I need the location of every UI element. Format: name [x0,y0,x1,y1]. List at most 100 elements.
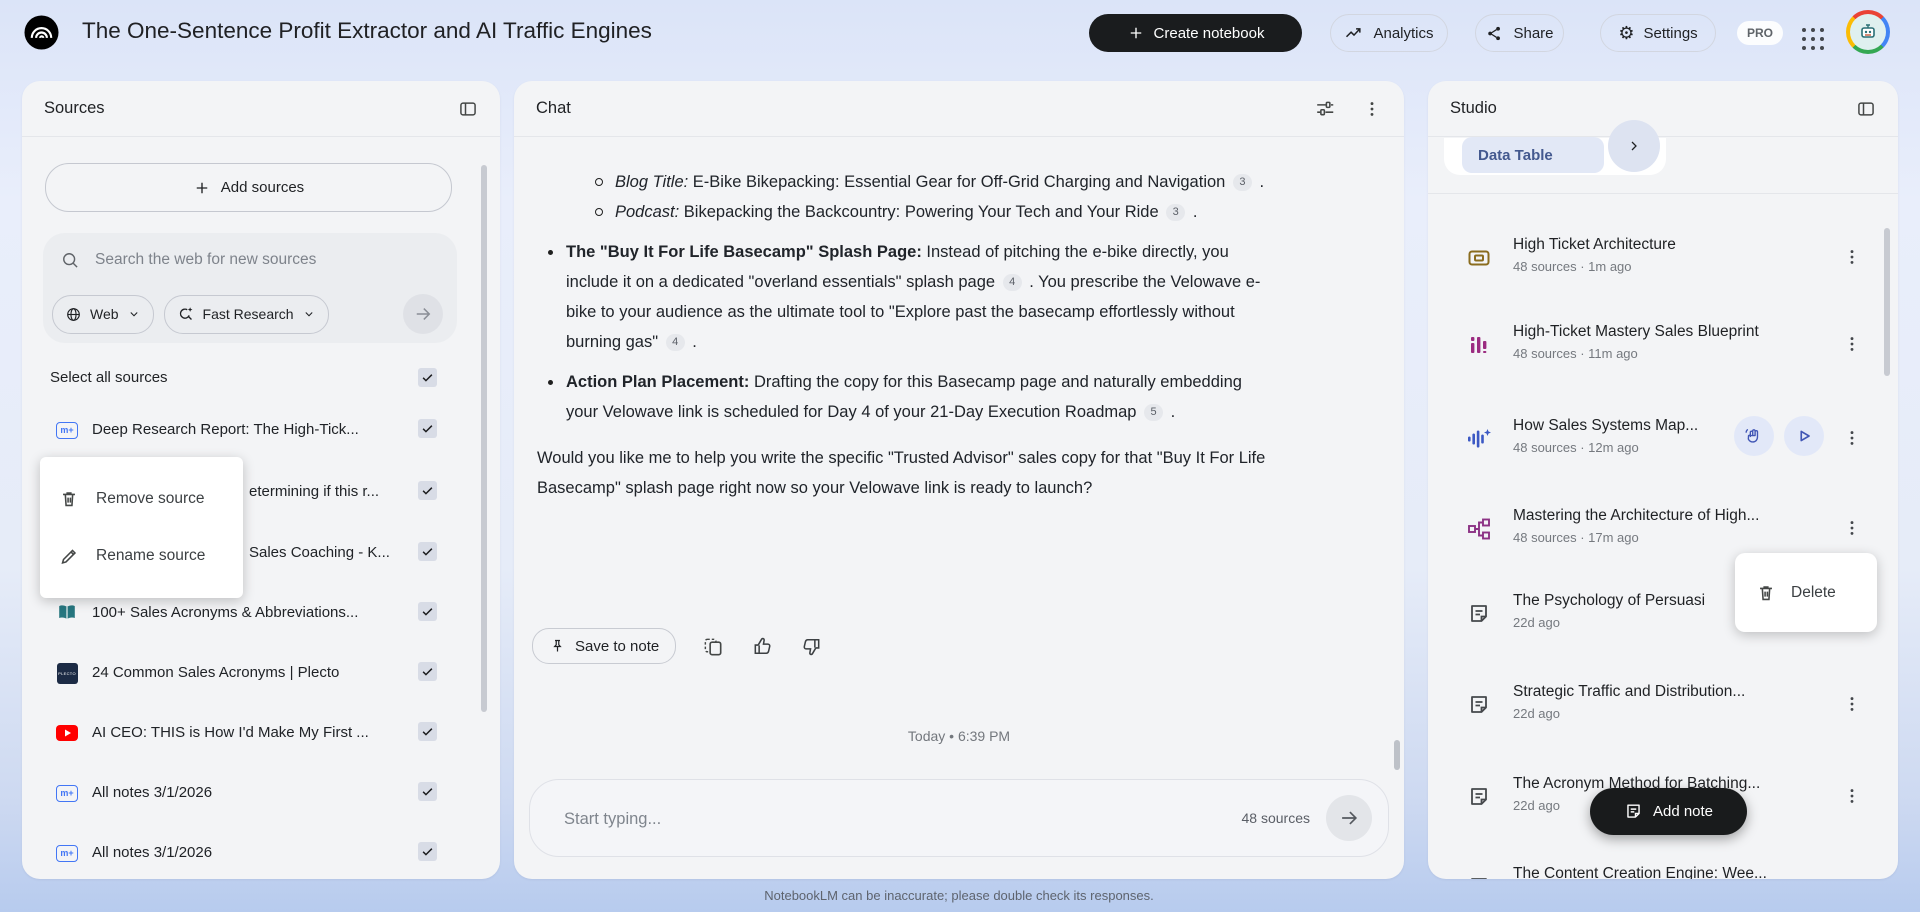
send-button[interactable] [1326,795,1372,841]
item-more-menu-icon[interactable] [1842,694,1862,714]
chat-message-sub-bullet: Blog Title: E-Bike Bikepacking: Essentia… [537,167,1272,197]
chat-settings-icon[interactable] [1314,98,1336,120]
collapse-panel-icon[interactable] [458,99,478,119]
collapse-panel-icon[interactable] [1856,99,1876,119]
source-label: All notes 3/1/2026 [92,784,213,801]
studio-header: Studio [1428,81,1898,137]
studio-item-subtitle: 48 sources · 1m ago [1513,259,1632,274]
chat-more-menu-icon[interactable] [1362,99,1382,119]
studio-item-subtitle: 22d ago [1513,615,1560,630]
add-sources-button[interactable]: Add sources [45,163,452,212]
studio-scrollbar[interactable] [1884,228,1890,376]
account-avatar[interactable] [1846,10,1890,54]
item-more-menu-icon[interactable] [1842,518,1862,538]
source-checkbox[interactable] [418,842,437,861]
source-checkbox[interactable] [418,602,437,621]
citation-chip[interactable]: 4 [1002,274,1022,291]
studio-item-title: High Ticket Architecture [1513,236,1676,253]
source-checkbox[interactable] [418,542,437,561]
plus-icon [193,179,211,197]
source-checkbox[interactable] [418,722,437,741]
search-sources-input[interactable] [93,250,439,270]
submit-search-button[interactable] [403,294,443,334]
delete-menu-item[interactable]: Delete [1791,584,1836,602]
studio-context-menu[interactable]: Delete [1735,553,1877,632]
source-list-item[interactable]: 100+ Sales Acronyms & Abbreviations... [22,600,500,626]
remove-source-menu-item[interactable]: Remove source [40,470,243,527]
citation-chip[interactable]: 3 [1166,204,1186,221]
chat-title: Chat [536,99,571,117]
citation-chip[interactable]: 5 [1144,404,1164,421]
trash-icon [1755,582,1777,604]
save-to-note-button[interactable]: Save to note [532,628,677,664]
notebooklm-logo-icon[interactable] [24,15,59,50]
create-notebook-button[interactable]: Create notebook [1089,14,1302,52]
robot-avatar-icon [1850,14,1886,50]
chat-input-box: 48 sources [529,779,1389,858]
add-note-button[interactable]: Add note [1590,788,1747,835]
source-checkbox[interactable] [418,782,437,801]
source-checkbox[interactable] [418,419,437,438]
studio-list-item[interactable]: High-Ticket Mastery Sales Blueprint 48 so… [1428,322,1898,370]
studio-item-title: High-Ticket Mastery Sales Blueprint [1513,323,1759,340]
studio-list-item[interactable]: Strategic Traffic and Distribution... 22d… [1428,682,1898,730]
chat-scrollbar[interactable] [1394,740,1400,770]
source-list-item[interactable]: AI CEO: THIS is How I'd Make My First ..… [22,720,500,746]
settings-button[interactable]: ⚙ Settings [1600,14,1716,52]
item-more-menu-icon[interactable] [1842,786,1862,806]
studio-panel: Studio Data Table High Ticket Architectu… [1428,81,1898,879]
notebook-title[interactable]: The One-Sentence Profit Extractor and AI… [82,18,652,44]
thumbs-up-icon[interactable] [751,635,774,658]
select-all-checkbox[interactable] [418,368,437,387]
item-more-menu-icon[interactable] [1842,876,1862,879]
web-scope-dropdown[interactable]: Web [52,294,154,334]
item-more-menu-icon[interactable] [1842,247,1862,267]
copy-icon[interactable] [702,635,725,658]
item-more-menu-icon[interactable] [1842,428,1862,448]
youtube-icon [56,725,78,741]
note-icon [1467,693,1491,717]
citation-chip[interactable]: 4 [665,334,685,351]
research-mode-dropdown[interactable]: Fast Research [163,294,329,334]
share-button[interactable]: Share [1475,14,1564,52]
data-table-chip[interactable]: Data Table [1462,137,1604,173]
studio-item-subtitle: 48 sources · 12m ago [1513,440,1639,455]
source-list-item[interactable]: m+ Deep Research Report: The High-Tick... [22,417,500,443]
rename-source-menu-item[interactable]: Rename source [40,527,243,584]
sources-header: Sources [22,81,500,137]
gear-icon: ⚙ [1618,23,1635,43]
sources-title: Sources [44,99,105,117]
source-list-item[interactable]: m+ All notes 3/1/2026 [22,780,500,806]
mindmap-icon [1467,517,1491,541]
source-checkbox[interactable] [418,662,437,681]
interactive-mode-button[interactable] [1734,416,1774,456]
book-icon [56,602,78,624]
source-list-item[interactable]: PLECTO 24 Common Sales Acronyms | Plecto [22,660,500,686]
item-more-menu-icon[interactable] [1842,334,1862,354]
studio-list-item[interactable]: High Ticket Architecture 48 sources · 1m … [1428,235,1898,283]
studio-list-item[interactable]: Mastering the Architecture of High... 48 … [1428,506,1898,554]
source-label: All notes 3/1/2026 [92,844,213,861]
studio-item-title: The Content Creation Engine: Wee... [1513,865,1767,879]
chat-panel: Chat Blog Title: E-Bike Bikepacking: Ess… [514,81,1404,879]
analytics-button[interactable]: Analytics [1330,14,1448,52]
google-apps-grid-icon[interactable] [1799,25,1827,53]
studio-list-item[interactable]: The Content Creation Engine: Wee... [1428,864,1898,879]
audio-overview-icon [1467,427,1492,451]
trash-icon [58,488,80,510]
play-audio-button[interactable] [1784,416,1824,456]
expand-chevron-icon[interactable] [1608,120,1660,172]
sources-panel: Sources Add sources Web Fast Research [22,81,500,879]
thumbs-down-icon[interactable] [800,635,823,658]
source-checkbox[interactable] [418,481,437,500]
plus-icon [1127,24,1145,42]
chat-text-input[interactable] [562,780,1046,858]
source-list-item[interactable]: m+ All notes 3/1/2026 [22,840,500,866]
studio-list-item[interactable]: How Sales Systems Map... 48 sources · 12m… [1428,416,1898,464]
citation-chip[interactable]: 3 [1232,174,1252,191]
sources-scrollbar[interactable] [481,165,487,712]
source-label: Deep Research Report: The High-Tick... [92,421,359,438]
chat-actions-row: Save to note [532,628,823,664]
sources-count-label: 48 sources [1241,810,1310,826]
note-icon [1467,875,1491,879]
